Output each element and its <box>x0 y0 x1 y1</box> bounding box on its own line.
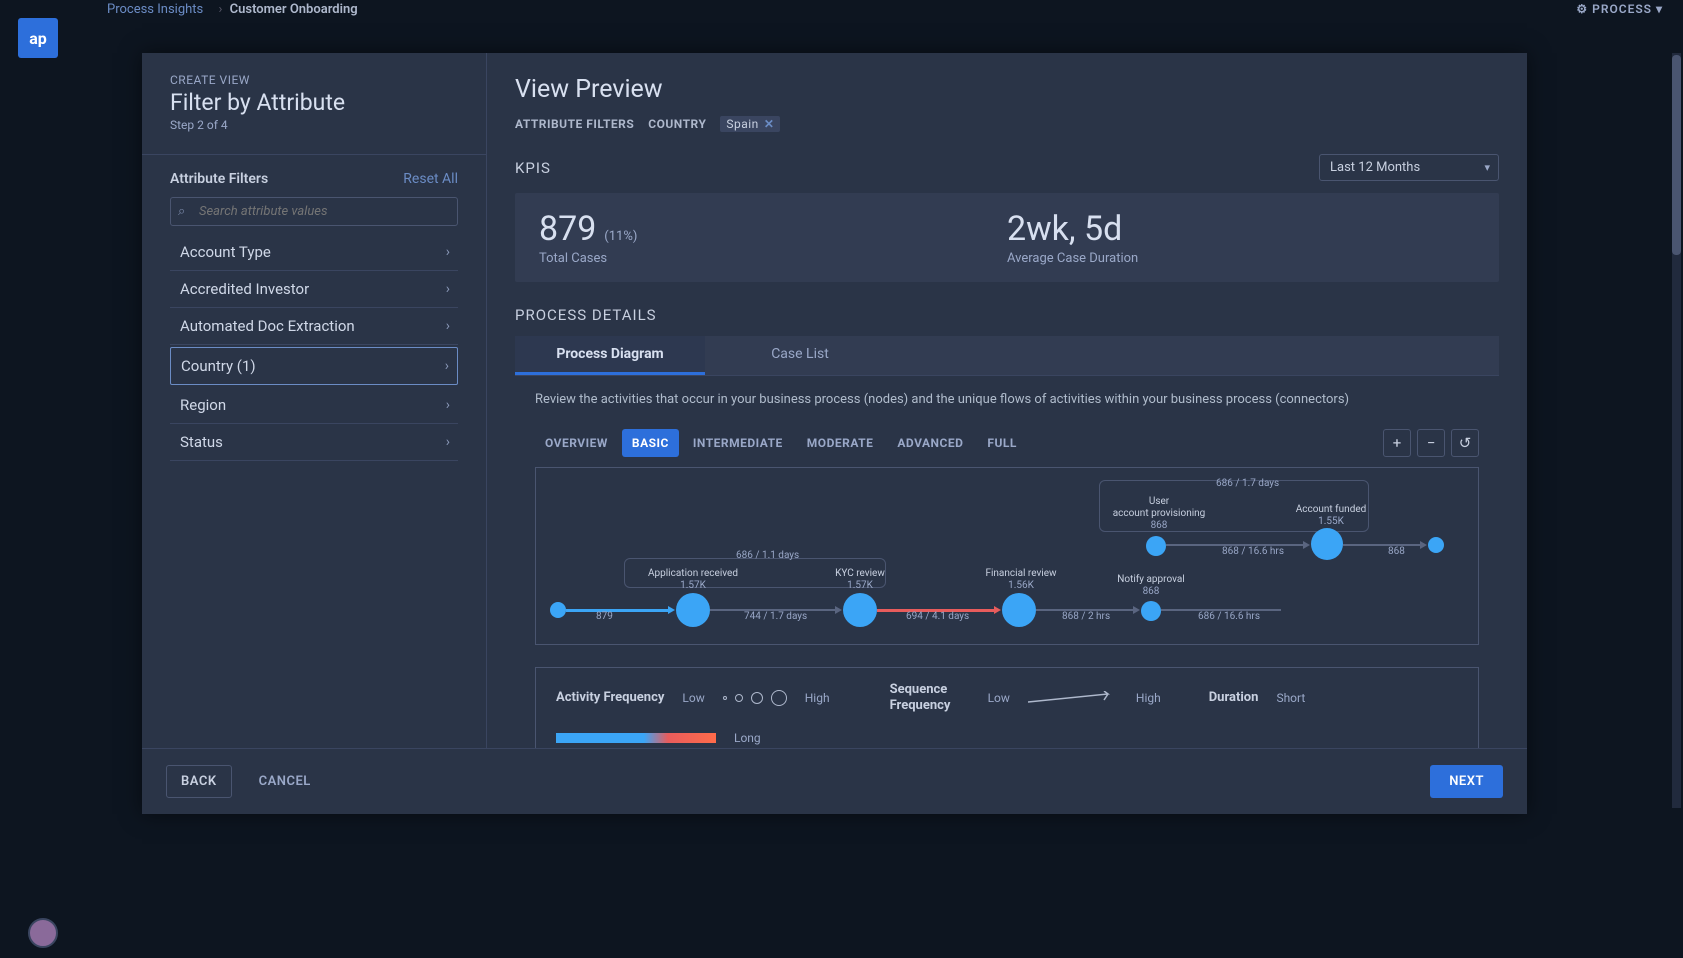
breadcrumb-parent[interactable]: Process Insights <box>107 2 203 17</box>
kpi-avg-duration-label: Average Case Duration <box>1007 251 1475 266</box>
legend-activity-label: Activity Frequency <box>556 690 664 705</box>
node-label: Notify approval868 <box>1106 574 1196 598</box>
process-dropdown[interactable]: ⚙ PROCESS ▾ <box>1576 2 1663 16</box>
duration-gradient-icon <box>556 733 716 743</box>
create-view-dialog: CREATE VIEW Filter by Attribute Step 2 o… <box>142 53 1527 814</box>
left-rail: ap <box>0 0 107 958</box>
filter-item[interactable]: Region› <box>170 387 458 424</box>
legend-sequence-label: Sequence Frequency <box>890 682 970 713</box>
chevron-right-icon: › <box>445 358 449 374</box>
search-icon: ⌕ <box>178 204 185 219</box>
chevron-right-icon: › <box>446 434 450 450</box>
dialog-step: Step 2 of 4 <box>170 118 458 132</box>
timerange-dropdown[interactable]: Last 12 Months <box>1319 154 1499 181</box>
tab-process-diagram[interactable]: Process Diagram <box>515 336 705 375</box>
sequence-arrow-icon <box>1028 691 1118 705</box>
attribute-filters-label: ATTRIBUTE FILTERS <box>515 117 634 131</box>
caret-down-icon: ▾ <box>1656 2 1663 16</box>
kpi-total-cases-pct: (11%) <box>604 229 637 244</box>
chevron-right-icon: › <box>446 244 450 260</box>
process-description: Review the activities that occur in your… <box>515 392 1499 407</box>
zoom-reset-button[interactable]: ↺ <box>1451 429 1479 457</box>
edge-label: 868 / 2 hrs <box>1062 611 1110 622</box>
zoom-out-button[interactable]: − <box>1417 429 1445 457</box>
filter-chip-spain: Spain ✕ <box>720 116 780 132</box>
reset-all-link[interactable]: Reset All <box>403 171 458 187</box>
frequency-dots-icon <box>723 690 787 706</box>
filter-item[interactable]: Country (1)› <box>170 347 458 385</box>
kpis-title: KPIS <box>515 159 551 177</box>
view-preview: View Preview ATTRIBUTE FILTERS COUNTRY S… <box>487 53 1527 748</box>
view-level-advanced[interactable]: ADVANCED <box>887 429 973 457</box>
zoom-in-button[interactable]: + <box>1383 429 1411 457</box>
view-level-intermediate[interactable]: INTERMEDIATE <box>683 429 793 457</box>
breadcrumb-current: Customer Onboarding <box>230 2 358 17</box>
filter-item[interactable]: Automated Doc Extraction› <box>170 308 458 345</box>
kpi-avg-duration-value: 2wk, 5d <box>1007 209 1122 249</box>
gear-icon: ⚙ <box>1576 2 1588 16</box>
node-label: KYC review1.57K <box>815 568 905 592</box>
chevron-right-icon: › <box>446 397 450 413</box>
filter-item[interactable]: Status› <box>170 424 458 461</box>
legend-duration-label: Duration <box>1209 690 1259 705</box>
chevron-right-icon: › <box>218 2 222 17</box>
edge-label: 686 / 16.6 hrs <box>1198 611 1260 622</box>
view-level-overview[interactable]: OVERVIEW <box>535 429 618 457</box>
breadcrumb: Process Insights › Customer Onboarding <box>107 2 358 17</box>
node-label: Financial review1.56K <box>966 568 1076 592</box>
view-level-moderate[interactable]: MODERATE <box>797 429 884 457</box>
tab-case-list[interactable]: Case List <box>705 336 895 375</box>
diagram-legend: Activity Frequency Low High Sequence Fre… <box>535 667 1479 748</box>
kpi-total-cases-label: Total Cases <box>539 251 1007 266</box>
cancel-button[interactable]: CANCEL <box>244 765 326 798</box>
process-details-title: PROCESS DETAILS <box>515 306 1499 324</box>
country-label: COUNTRY <box>648 117 706 131</box>
filter-item[interactable]: Accredited Investor› <box>170 271 458 308</box>
edge-label: 868 / 16.6 hrs <box>1222 546 1284 557</box>
dialog-title: Filter by Attribute <box>170 89 458 116</box>
filters-title: Attribute Filters <box>170 171 268 187</box>
edge-label: 744 / 1.7 days <box>744 611 807 622</box>
dialog-sidebar: CREATE VIEW Filter by Attribute Step 2 o… <box>142 53 487 748</box>
search-input[interactable] <box>170 197 458 226</box>
view-level-basic[interactable]: BASIC <box>622 429 679 457</box>
preview-title: View Preview <box>515 75 1499 104</box>
chip-remove-icon[interactable]: ✕ <box>764 117 775 131</box>
node-label: Account funded1.55K <box>1281 504 1381 528</box>
main-area: CREATE VIEW Filter by Attribute Step 2 o… <box>107 18 1683 958</box>
edge-label: 686 / 1.7 days <box>1216 478 1279 489</box>
edge-label: 686 / 1.1 days <box>736 550 799 561</box>
back-button[interactable]: BACK <box>166 765 232 798</box>
app-logo: ap <box>18 18 58 58</box>
chevron-right-icon: › <box>446 318 450 334</box>
avatar[interactable] <box>28 918 58 948</box>
dialog-eyebrow: CREATE VIEW <box>170 73 458 87</box>
chevron-right-icon: › <box>446 281 450 297</box>
node-label: Useraccount provisioning868 <box>1094 496 1224 532</box>
filter-item[interactable]: Account Type› <box>170 234 458 271</box>
node-label: Application received1.57K <box>628 568 758 592</box>
next-button[interactable]: NEXT <box>1430 765 1503 798</box>
edge-label: 879 <box>596 611 613 622</box>
edge-label: 868 <box>1388 546 1405 557</box>
scrollbar-thumb[interactable] <box>1672 55 1681 255</box>
edge-label: 694 / 4.1 days <box>906 611 969 622</box>
top-bar: Process Insights › Customer Onboarding ⚙… <box>0 0 1683 18</box>
view-level-full[interactable]: FULL <box>977 429 1026 457</box>
kpi-total-cases-value: 879 <box>539 209 596 249</box>
process-diagram[interactable]: 879 Application received1.57K 686 / 1.1 … <box>535 467 1479 645</box>
